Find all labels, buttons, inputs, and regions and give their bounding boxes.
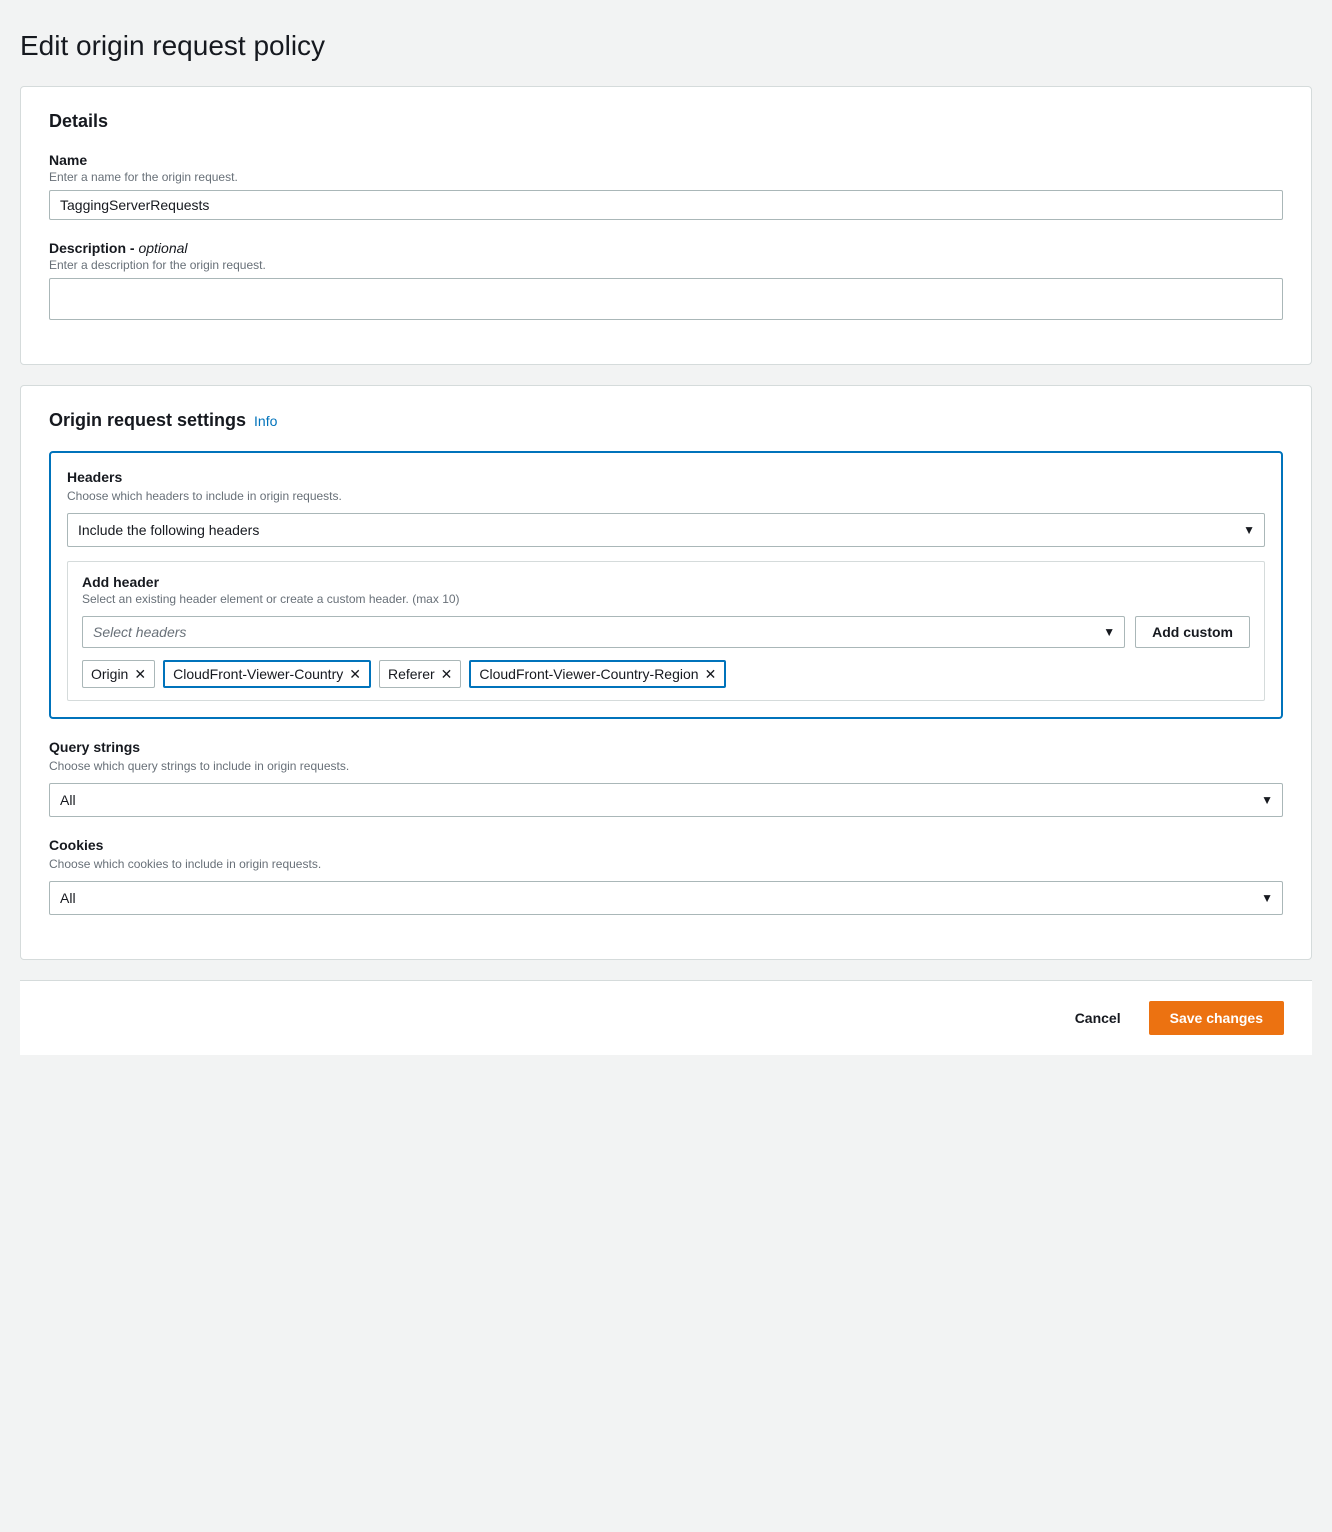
headers-label: Headers (67, 469, 1265, 485)
description-field-group: Description - optional Enter a descripti… (49, 240, 1283, 320)
select-headers-wrapper: Select headers ▼ (82, 616, 1125, 648)
add-custom-button[interactable]: Add custom (1135, 616, 1250, 648)
name-label: Name (49, 152, 1283, 168)
description-input[interactable] (49, 278, 1283, 320)
section-title-row: Origin request settings Info (49, 410, 1283, 431)
tag-cloudfront-viewer-country-label: CloudFront-Viewer-Country (173, 666, 343, 682)
tag-origin: Origin ✕ (82, 660, 155, 688)
tag-referer-close-icon[interactable]: ✕ (441, 667, 453, 681)
headers-dropdown-wrapper: Include the following headers None All v… (67, 513, 1265, 547)
headers-hint: Choose which headers to include in origi… (67, 489, 1265, 503)
description-hint: Enter a description for the origin reque… (49, 258, 1283, 272)
query-strings-label: Query strings (49, 739, 1283, 755)
query-strings-section: Query strings Choose which query strings… (49, 739, 1283, 817)
cookies-section: Cookies Choose which cookies to include … (49, 837, 1283, 915)
cookies-hint: Choose which cookies to include in origi… (49, 857, 1283, 871)
page-title: Edit origin request policy (20, 30, 1312, 62)
name-input[interactable] (49, 190, 1283, 220)
tag-cloudfront-viewer-country-region-close-icon[interactable]: ✕ (705, 667, 717, 681)
origin-request-settings-card: Origin request settings Info Headers Cho… (20, 385, 1312, 960)
tag-cloudfront-viewer-country-region-label: CloudFront-Viewer-Country-Region (479, 666, 698, 682)
cookies-label: Cookies (49, 837, 1283, 853)
save-changes-button[interactable]: Save changes (1149, 1001, 1284, 1035)
add-header-row: Select headers ▼ Add custom (82, 616, 1250, 648)
footer: Cancel Save changes (20, 980, 1312, 1055)
add-header-title: Add header (82, 574, 1250, 590)
tag-referer: Referer ✕ (379, 660, 461, 688)
section-title: Origin request settings (49, 410, 246, 431)
tag-origin-label: Origin (91, 666, 128, 682)
cookies-dropdown-wrapper: All None Whitelist ▼ (49, 881, 1283, 915)
cancel-button[interactable]: Cancel (1059, 1002, 1137, 1034)
name-field-group: Name Enter a name for the origin request… (49, 152, 1283, 220)
headers-box: Headers Choose which headers to include … (49, 451, 1283, 719)
query-strings-dropdown-wrapper: All None Whitelist ▼ (49, 783, 1283, 817)
tag-cloudfront-viewer-country-close-icon[interactable]: ✕ (349, 667, 361, 681)
tag-referer-label: Referer (388, 666, 435, 682)
description-label: Description - optional (49, 240, 1283, 256)
query-strings-hint: Choose which query strings to include in… (49, 759, 1283, 773)
details-card: Details Name Enter a name for the origin… (20, 86, 1312, 365)
info-link[interactable]: Info (254, 413, 277, 429)
details-card-title: Details (49, 111, 1283, 132)
tags-row: Origin ✕ CloudFront-Viewer-Country ✕ Ref… (82, 660, 1250, 688)
select-headers-dropdown[interactable]: Select headers (82, 616, 1125, 648)
add-header-hint: Select an existing header element or cre… (82, 592, 1250, 606)
tag-cloudfront-viewer-country: CloudFront-Viewer-Country ✕ (163, 660, 371, 688)
cookies-dropdown[interactable]: All None Whitelist (49, 881, 1283, 915)
headers-dropdown[interactable]: Include the following headers None All v… (67, 513, 1265, 547)
tag-cloudfront-viewer-country-region: CloudFront-Viewer-Country-Region ✕ (469, 660, 726, 688)
tag-origin-close-icon[interactable]: ✕ (134, 667, 146, 681)
query-strings-dropdown[interactable]: All None Whitelist (49, 783, 1283, 817)
name-hint: Enter a name for the origin request. (49, 170, 1283, 184)
add-header-section: Add header Select an existing header ele… (67, 561, 1265, 701)
